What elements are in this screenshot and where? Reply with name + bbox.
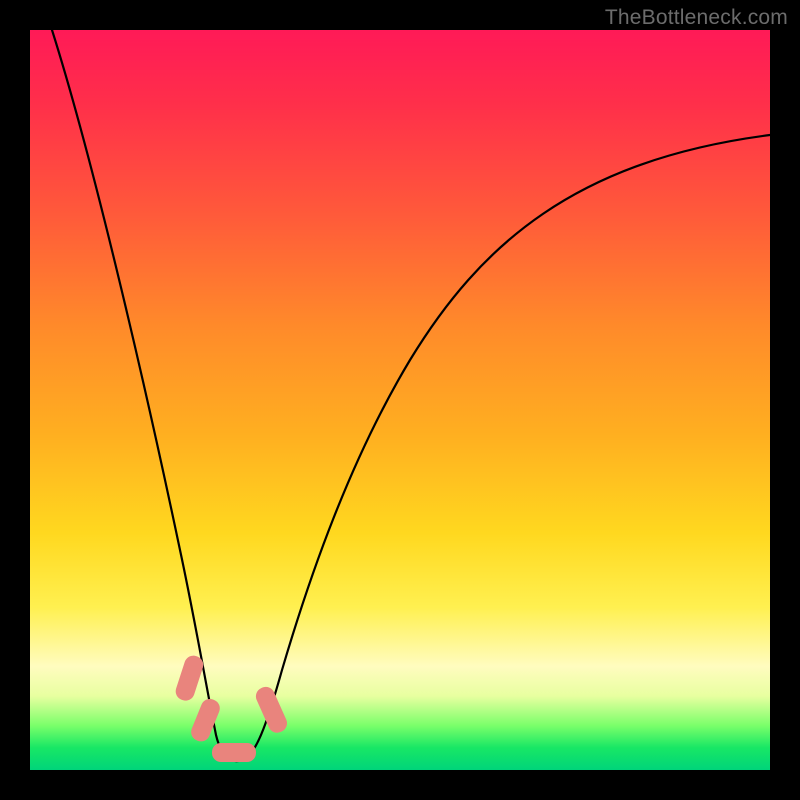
plot-area: [30, 30, 770, 770]
marker-left-upper: [173, 653, 205, 703]
marker-right: [253, 684, 290, 736]
marker-bottom: [212, 743, 256, 762]
curve-svg: [30, 30, 770, 770]
chart-frame: TheBottleneck.com: [0, 0, 800, 800]
bottleneck-curve: [52, 30, 770, 761]
watermark-text: TheBottleneck.com: [605, 6, 788, 30]
